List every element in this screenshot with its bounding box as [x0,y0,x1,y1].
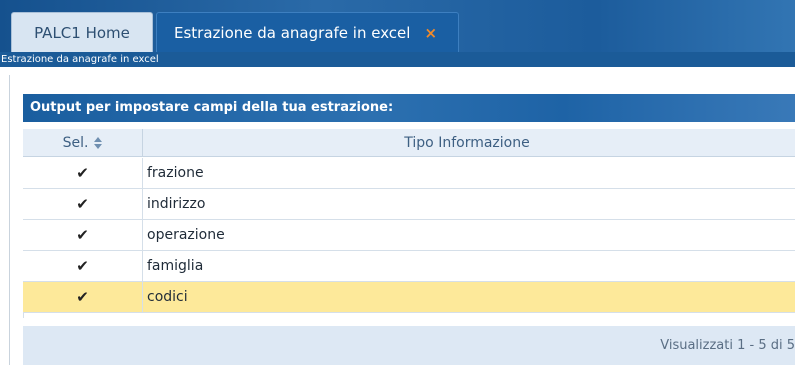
breadcrumb: Estrazione da anagrafe in excel [0,52,795,67]
table-cell-tipo: indirizzo [147,196,206,212]
grid-body: ✔ frazione ✔ indirizzo ✔ operazione ✔ fa… [23,158,795,313]
checkmark-icon[interactable]: ✔ [23,251,143,281]
column-header-label: Tipo Informazione [404,135,530,151]
checkmark-icon[interactable]: ✔ [23,158,143,188]
grid-title: Output per impostare campi della tua est… [23,94,795,122]
table-row[interactable]: ✔ indirizzo [23,189,795,220]
tab-label: Estrazione da anagrafe in excel [174,23,411,42]
pagination-status: Visualizzati 1 - 5 di 5 [23,326,795,365]
table-row[interactable]: ✔ operazione [23,220,795,251]
close-icon[interactable]: × [424,24,437,42]
column-header-label: Sel. [62,135,89,151]
table-cell-tipo: codici [147,289,188,305]
panel-divider [9,75,10,365]
tab-bar: PALC1 Home Estrazione da anagrafe in exc… [0,0,795,52]
sort-icon[interactable] [94,137,103,149]
table-row-selected[interactable]: ✔ codici [23,282,795,313]
tab-estrazione-anagrafe[interactable]: Estrazione da anagrafe in excel × [156,12,459,52]
table-cell-tipo: operazione [147,227,225,243]
table-row[interactable]: ✔ frazione [23,158,795,189]
column-header-tipo-informazione[interactable]: Tipo Informazione [143,129,795,157]
column-header-sel[interactable]: Sel. [23,129,143,157]
checkmark-icon[interactable]: ✔ [23,189,143,219]
tab-label: PALC1 Home [34,23,130,42]
checkmark-icon[interactable]: ✔ [23,282,143,312]
table-cell-tipo: frazione [147,165,204,181]
table-cell-tipo: famiglia [147,258,204,274]
column-header-row: Sel. Tipo Informazione [23,129,795,157]
table-row[interactable]: ✔ famiglia [23,251,795,282]
checkmark-icon[interactable]: ✔ [23,220,143,250]
tab-palc1-home[interactable]: PALC1 Home [11,12,153,52]
